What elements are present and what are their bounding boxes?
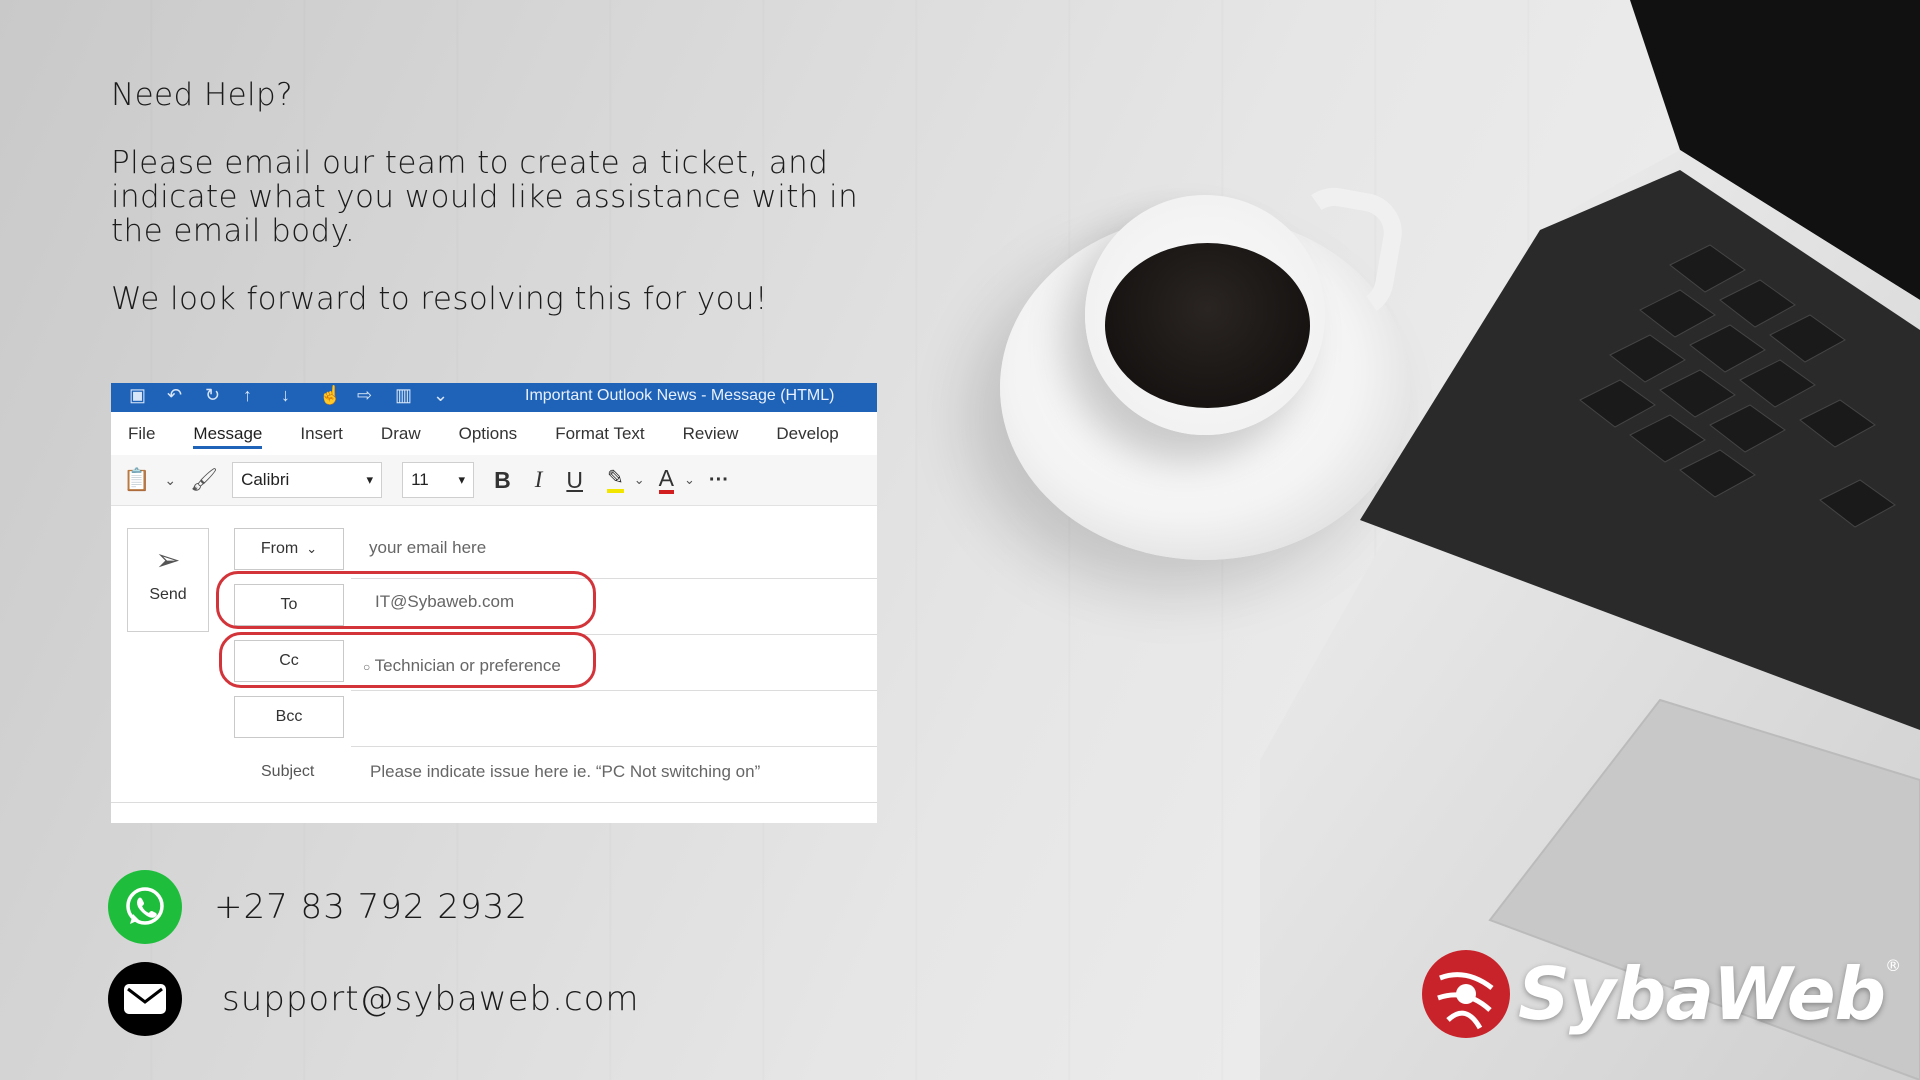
divider: [111, 802, 877, 803]
chevron-down-icon: ▾: [458, 472, 466, 487]
chevron-down-icon[interactable]: ⌄: [164, 472, 176, 489]
chevron-down-icon: ▾: [366, 472, 374, 487]
send-icon: ➢: [155, 544, 181, 577]
send-button[interactable]: ➢ Send: [127, 528, 209, 632]
down-arrow-icon[interactable]: ↓: [281, 386, 301, 404]
touch-mode-icon[interactable]: ☝: [319, 386, 341, 404]
outlook-titlebar: ▣ ↶ ↻ ↑ ↓ ☝ ⇨ ▥ ⌄ Important Outlook News…: [111, 383, 877, 412]
outlook-compose-window: ▣ ↶ ↻ ↑ ↓ ☝ ⇨ ▥ ⌄ Important Outlook News…: [111, 383, 877, 823]
email-contact: support@sybaweb.com: [108, 962, 640, 1036]
divider: [351, 746, 877, 747]
bcc-button[interactable]: Bcc: [234, 696, 344, 738]
ribbon-tabs: File Message Insert Draw Options Format …: [111, 412, 877, 455]
registered-mark: ®: [1885, 956, 1902, 975]
whatsapp-icon[interactable]: [108, 870, 182, 944]
redo-icon[interactable]: ↻: [205, 386, 225, 404]
tab-options[interactable]: Options: [459, 424, 518, 444]
phone-number[interactable]: +27 83 792 2932: [214, 887, 528, 927]
email-address[interactable]: support@sybaweb.com: [222, 979, 640, 1019]
divider: [351, 690, 877, 691]
highlight-ring-cc: [219, 632, 596, 688]
chevron-down-icon: ⌄: [306, 541, 318, 556]
subject-label: Subject: [261, 763, 315, 780]
sybaweb-logo: SybaWeb ®: [1420, 948, 1901, 1040]
laptop-image: [1260, 0, 1920, 1080]
paste-icon[interactable]: 📋: [123, 467, 150, 493]
more-options-icon[interactable]: ···: [709, 469, 729, 492]
customize-icon[interactable]: ⌄: [433, 386, 453, 404]
font-name-value: Calibri: [241, 470, 290, 489]
tab-draw[interactable]: Draw: [381, 424, 421, 444]
up-arrow-icon[interactable]: ↑: [243, 386, 263, 404]
message-header-fields: ➢ Send From ⌄ your email here To IT@Syba…: [111, 506, 877, 806]
tab-review[interactable]: Review: [683, 424, 739, 444]
delete-icon[interactable]: ▥: [395, 386, 415, 404]
window-title: Important Outlook News - Message (HTML): [525, 387, 835, 404]
tab-insert[interactable]: Insert: [300, 424, 343, 444]
save-icon[interactable]: ▣: [129, 386, 149, 404]
help-closing: We look forward to resolving this for yo…: [111, 281, 768, 317]
font-color-button[interactable]: A: [658, 466, 675, 494]
tab-format-text[interactable]: Format Text: [555, 424, 644, 444]
forward-icon[interactable]: ⇨: [357, 386, 377, 404]
chevron-down-icon[interactable]: ⌄: [634, 472, 645, 488]
highlight-icon[interactable]: ✎: [607, 467, 624, 493]
font-size-value: 11: [411, 470, 429, 489]
subject-field[interactable]: Please indicate issue here ie. “PC Not s…: [370, 762, 760, 782]
font-size-select[interactable]: 11 ▾: [402, 462, 475, 498]
from-field[interactable]: your email here: [369, 538, 486, 558]
format-painter-icon[interactable]: 🖌: [190, 467, 218, 493]
from-label: From: [260, 540, 299, 557]
underline-button[interactable]: U: [566, 467, 583, 494]
bold-button[interactable]: B: [494, 467, 511, 494]
phone-contact: +27 83 792 2932: [108, 870, 528, 944]
from-button[interactable]: From ⌄: [234, 528, 344, 570]
tab-developer[interactable]: Develop: [776, 424, 838, 444]
highlight-ring-to: [216, 571, 596, 629]
help-body: Please email our team to create a ticket…: [111, 145, 859, 249]
undo-icon[interactable]: ↶: [167, 386, 187, 404]
sybaweb-emblem-icon: [1422, 950, 1510, 1038]
tab-file[interactable]: File: [128, 424, 155, 444]
tab-message[interactable]: Message: [193, 424, 263, 449]
font-name-select[interactable]: Calibri ▾: [232, 462, 383, 498]
help-heading: Need Help?: [111, 77, 293, 113]
italic-button[interactable]: I: [535, 467, 543, 493]
chevron-down-icon[interactable]: ⌄: [684, 472, 695, 488]
ribbon-toolbar: 📋 ⌄ 🖌 Calibri ▾ 11 ▾ B I U ✎ ⌄ A ⌄ ···: [111, 455, 877, 506]
envelope-icon[interactable]: [108, 962, 182, 1036]
send-label: Send: [149, 586, 187, 603]
logo-text: SybaWeb: [1518, 952, 1886, 1036]
help-text-block: Need Help? Please email our team to crea…: [111, 78, 871, 316]
